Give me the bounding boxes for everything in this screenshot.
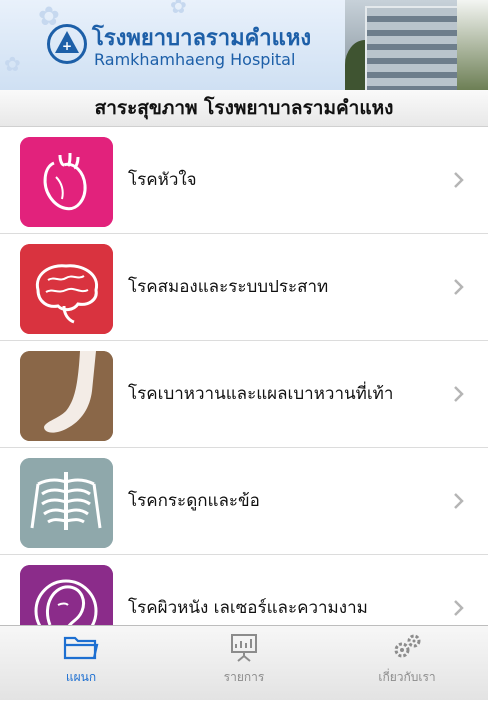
- tab-department[interactable]: แผนก: [0, 626, 162, 701]
- chevron-right-icon: [454, 600, 464, 616]
- list-item-bones[interactable]: โรคกระดูกและข้อ: [0, 448, 488, 555]
- woman-face-icon: [20, 565, 113, 625]
- flower-decoration-icon: ✿: [170, 0, 187, 18]
- foot-icon: [20, 351, 113, 441]
- flower-decoration-icon: ✿: [4, 52, 21, 76]
- tab-programs[interactable]: รายการ: [163, 626, 325, 701]
- tab-about-us[interactable]: เกี่ยวกับเรา: [326, 626, 488, 701]
- list-item-label: โรคผิวหนัง เลเซอร์และความงาม: [128, 598, 368, 618]
- chevron-right-icon: [454, 172, 464, 188]
- header-banner: ✿ ✿ ✿ + โรงพยาบาลรามคำแหง Ramkhamhaeng H…: [0, 0, 488, 90]
- bottom-tab-bar: แผนก รายการ เกี่ยวกับเรา: [0, 625, 488, 700]
- brain-icon: [20, 244, 113, 334]
- chevron-right-icon: [454, 386, 464, 402]
- tab-label: เกี่ยวกับเรา: [378, 670, 436, 684]
- chevron-right-icon: [454, 279, 464, 295]
- ribcage-icon: [20, 458, 113, 548]
- list-item-label: โรคกระดูกและข้อ: [128, 491, 260, 511]
- folder-icon: [63, 636, 99, 660]
- page-title: สาระสุขภาพ โรงพยาบาลรามคำแหง: [0, 90, 488, 127]
- hospital-logo-icon: +: [47, 24, 87, 64]
- list-item-brain[interactable]: โรคสมองและระบบประสาท: [0, 234, 488, 341]
- tab-label: รายการ: [223, 670, 265, 684]
- gears-icon: [394, 634, 421, 658]
- tab-label: แผนก: [65, 670, 97, 684]
- list-item-skin[interactable]: โรคผิวหนัง เลเซอร์และความงาม: [0, 555, 488, 625]
- heart-icon: [20, 137, 113, 227]
- hospital-building-photo: [345, 0, 488, 90]
- list-item-label: โรคหัวใจ: [128, 170, 197, 190]
- list-item-label: โรคสมองและระบบประสาท: [128, 277, 329, 297]
- hospital-name-english: Ramkhamhaeng Hospital: [94, 50, 296, 69]
- presentation-icon: [231, 634, 257, 662]
- list-item-label: โรคเบาหวานและแผลเบาหวานที่เท้า: [128, 384, 394, 404]
- list-item-diabetes[interactable]: โรคเบาหวานและแผลเบาหวานที่เท้า: [0, 341, 488, 448]
- list-item-heart[interactable]: โรคหัวใจ: [0, 127, 488, 234]
- chevron-right-icon: [454, 493, 464, 509]
- department-list: โรคหัวใจ โรคสมองและระบบประสาท โรคเบาหวาน…: [0, 127, 488, 625]
